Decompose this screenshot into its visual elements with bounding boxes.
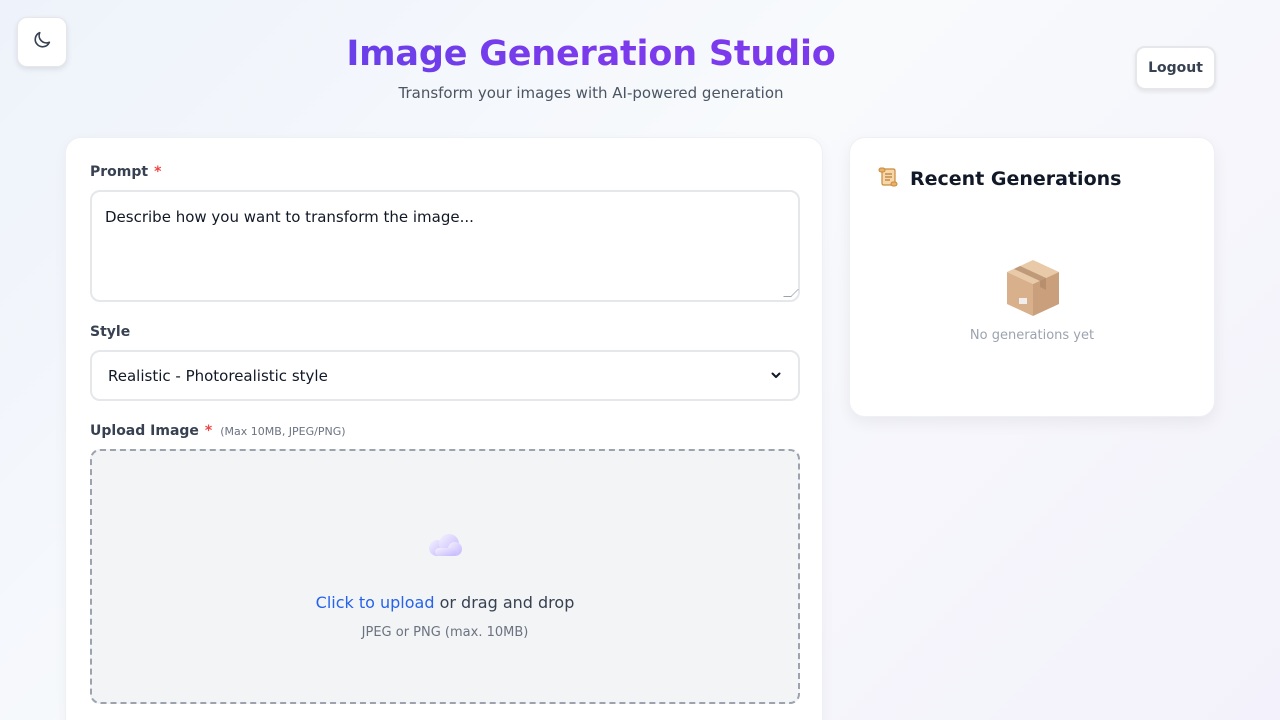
resize-handle[interactable] [783,289,799,297]
style-selected-value: Realistic - Photorealistic style [108,366,328,385]
prompt-label: Prompt * [90,164,161,180]
upload-label: Upload Image * (Max 10MB, JPEG/PNG) [90,423,346,439]
recent-title: Recent Generations [910,168,1122,190]
cloud-upload-icon [425,531,465,563]
chevron-down-icon [770,367,782,385]
recent-header: Recent Generations [876,165,1121,193]
empty-state-text: No generations yet [969,328,1095,343]
page-title: Image Generation Studio [0,30,1182,78]
generation-form-card: Prompt * Describe how you want to transfo… [65,137,823,720]
upload-label-text: Upload Image [90,423,199,439]
prompt-label-text: Prompt [90,164,149,180]
scroll-icon [876,165,900,193]
upload-hint: (Max 10MB, JPEG/PNG) [220,425,346,438]
style-select[interactable]: Realistic - Photorealistic style [90,350,800,401]
upload-instructions: Click to upload or drag and drop [92,593,798,612]
upload-dropzone[interactable]: Click to upload or drag and drop JPEG or… [90,449,800,704]
logout-button[interactable]: Logout [1135,46,1216,90]
upload-format-note: JPEG or PNG (max. 10MB) [361,625,529,640]
prompt-placeholder: Describe how you want to transform the i… [105,208,474,226]
required-marker: * [154,164,162,180]
package-box-icon [1005,258,1061,322]
page-subtitle: Transform your images with AI-powered ge… [398,84,784,102]
prompt-textarea[interactable]: Describe how you want to transform the i… [90,190,800,302]
page-header: Image Generation Studio Transform your i… [0,30,1182,103]
recent-generations-card: Recent Generations No generations yet [849,137,1215,417]
click-to-upload-link[interactable]: Click to upload [316,593,435,612]
required-marker: * [204,423,213,439]
style-label: Style [90,324,131,340]
drag-drop-text: or drag and drop [439,593,575,612]
